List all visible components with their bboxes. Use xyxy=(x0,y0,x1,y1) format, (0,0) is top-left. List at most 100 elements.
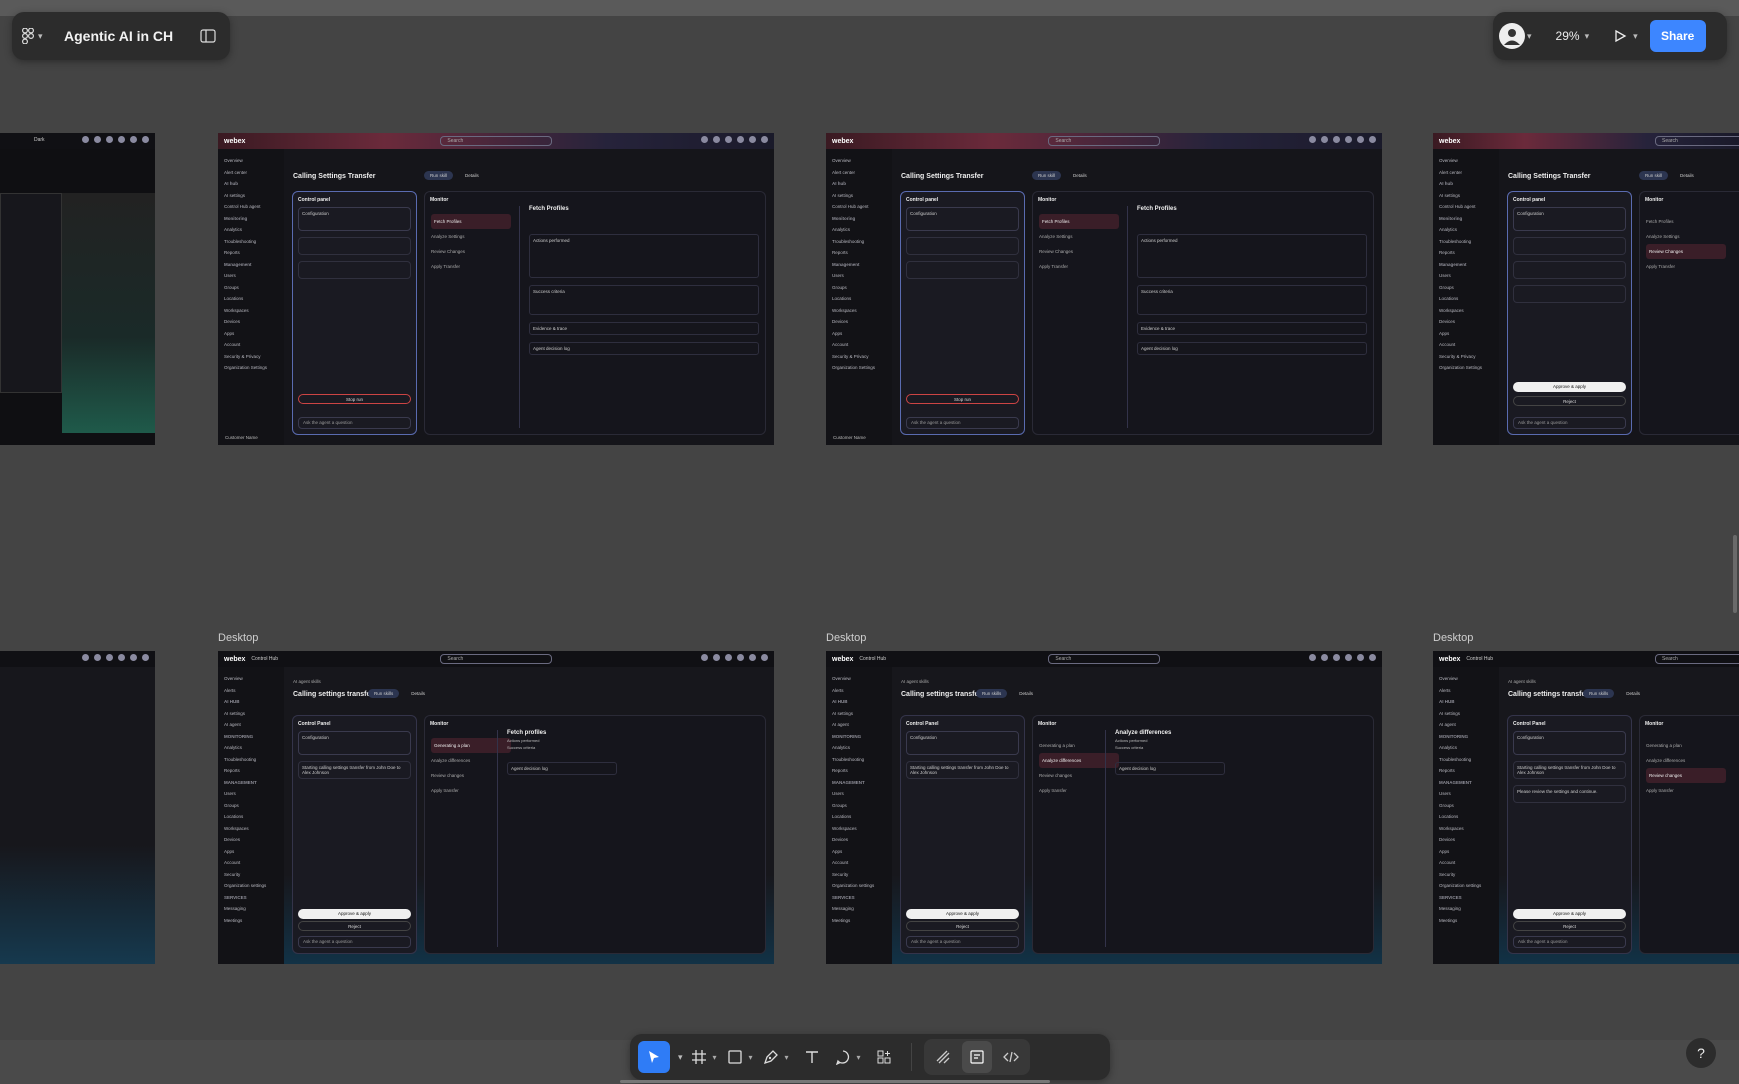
approve-button[interactable]: Approve & apply xyxy=(298,909,411,919)
sidebar-item[interactable]: Management xyxy=(224,259,278,271)
reject-button[interactable]: Reject xyxy=(298,921,411,931)
frame-label[interactable]: Desktop xyxy=(218,632,258,644)
sidebar-item[interactable]: Workspaces xyxy=(832,823,886,835)
sidebar-item[interactable]: Troubleshooting xyxy=(1439,754,1493,766)
sidebar-item[interactable]: AI settings xyxy=(832,708,886,720)
sidebar-item[interactable]: Account xyxy=(832,857,886,869)
sidebar-item[interactable]: Control Hub agent xyxy=(224,201,278,213)
sidebar-item[interactable]: Monitoring xyxy=(1439,213,1493,225)
sidebar-item[interactable]: Workspaces xyxy=(1439,305,1493,317)
frame-bottom-partial-left[interactable] xyxy=(0,651,155,964)
sidebar-item[interactable]: Analytics xyxy=(832,224,886,236)
sidebar-item[interactable]: Apps xyxy=(224,846,278,858)
sidebar-item[interactable]: Reports xyxy=(1439,247,1493,259)
sidebar-item[interactable]: MANAGEMENT xyxy=(1439,777,1493,789)
ask-input[interactable]: Ask the agent a question xyxy=(298,417,411,429)
sidebar-item[interactable]: Account xyxy=(832,339,886,351)
share-button[interactable]: Share xyxy=(1649,20,1706,52)
frame-top-2[interactable]: webex Search Overview Alert center AI hub A… xyxy=(826,133,1382,445)
ask-input[interactable]: Ask the agent a question xyxy=(298,936,411,948)
actions-button[interactable] xyxy=(869,1041,899,1073)
sidebar-item[interactable]: Overview xyxy=(1439,673,1493,685)
sidebar-item[interactable]: Messaging xyxy=(1439,903,1493,915)
sidebar-item[interactable]: AI HUB xyxy=(1439,696,1493,708)
frame-tool-button[interactable]: ▾ xyxy=(689,1041,719,1073)
sidebar-item[interactable]: Troubleshooting xyxy=(224,754,278,766)
sidebar-item[interactable]: Troubleshooting xyxy=(224,236,278,248)
sidebar-item[interactable]: AI settings xyxy=(224,190,278,202)
sidebar-item[interactable]: Security xyxy=(224,869,278,881)
sidebar-item[interactable]: Meetings xyxy=(224,915,278,927)
sidebar-item[interactable]: Locations xyxy=(1439,811,1493,823)
approve-button[interactable]: Approve & apply xyxy=(1513,382,1626,392)
zoom-menu[interactable]: 29% ▾ xyxy=(1556,29,1590,43)
sidebar-item[interactable]: Reports xyxy=(224,765,278,777)
tab-run-skill[interactable]: Run skill xyxy=(424,171,454,180)
reject-button[interactable]: Reject xyxy=(1513,396,1626,406)
sidebar-item[interactable]: Account xyxy=(1439,339,1493,351)
shape-tool-button[interactable]: ▾ xyxy=(725,1041,755,1073)
sidebar-item[interactable]: Troubleshooting xyxy=(832,754,886,766)
sidebar-item[interactable]: Apps xyxy=(832,328,886,340)
sidebar-item[interactable]: Monitoring xyxy=(224,213,278,225)
chevron-down-icon[interactable]: ▾ xyxy=(678,1052,683,1063)
sidebar-item[interactable]: Workspaces xyxy=(1439,823,1493,835)
present-button[interactable]: ▾ xyxy=(1613,29,1638,43)
sidebar-item[interactable]: Analytics xyxy=(1439,742,1493,754)
sidebar-item[interactable]: Groups xyxy=(1439,800,1493,812)
frame-top-partial-left[interactable]: Dark xyxy=(0,133,155,445)
sidebar-item[interactable]: MONITORING xyxy=(224,731,278,743)
stop-run-button[interactable]: Stop run xyxy=(298,394,411,404)
sidebar-item[interactable]: Monitoring xyxy=(832,213,886,225)
chevron-down-icon[interactable]: ▾ xyxy=(1633,31,1638,42)
sidebar-item[interactable]: Locations xyxy=(224,293,278,305)
sidebar-item[interactable]: Organization settings xyxy=(1439,880,1493,892)
sidebar-item[interactable]: Account xyxy=(1439,857,1493,869)
sidebar-item[interactable]: AI hub xyxy=(1439,178,1493,190)
user-menu[interactable]: ▾ xyxy=(1499,23,1532,49)
sidebar-item[interactable]: Workspaces xyxy=(832,305,886,317)
frame-top-1[interactable]: webex Search Overview Alert center AI hub A… xyxy=(218,133,774,445)
sidebar-item[interactable]: Devices xyxy=(1439,316,1493,328)
sidebar-item[interactable]: MANAGEMENT xyxy=(832,777,886,789)
sidebar-item[interactable]: Control Hub agent xyxy=(1439,201,1493,213)
sidebar-item[interactable]: Organization Settings xyxy=(224,362,278,374)
sidebar-item[interactable]: SERVICES xyxy=(224,892,278,904)
sidebar-item[interactable]: Analytics xyxy=(224,742,278,754)
sidebar-item[interactable]: Users xyxy=(832,270,886,282)
tab-details[interactable]: Details xyxy=(459,171,485,180)
sidebar-item[interactable]: MANAGEMENT xyxy=(224,777,278,789)
mini-search[interactable]: Search xyxy=(1048,136,1161,146)
draw-mode-button[interactable] xyxy=(928,1041,958,1073)
vertical-scrollbar[interactable] xyxy=(1733,535,1737,613)
sidebar-item[interactable]: Users xyxy=(1439,788,1493,800)
sidebar-item[interactable]: Alert center xyxy=(224,167,278,179)
sidebar-item[interactable]: Groups xyxy=(832,282,886,294)
text-tool-button[interactable] xyxy=(797,1041,827,1073)
sidebar-item[interactable]: Meetings xyxy=(1439,915,1493,927)
sidebar-item[interactable]: Overview xyxy=(832,673,886,685)
sidebar-item[interactable]: Analytics xyxy=(832,742,886,754)
sidebar-item[interactable]: Reports xyxy=(832,247,886,259)
sidebar-item[interactable]: Locations xyxy=(1439,293,1493,305)
sidebar-item[interactable]: Security xyxy=(1439,869,1493,881)
design-mode-button[interactable] xyxy=(961,1041,992,1073)
sidebar-item[interactable]: AI settings xyxy=(1439,708,1493,720)
sidebar-item[interactable]: Overview xyxy=(832,155,886,167)
sidebar-item[interactable]: Devices xyxy=(832,834,886,846)
sidebar-item[interactable]: Analytics xyxy=(1439,224,1493,236)
ask-input[interactable]: Ask the agent a question xyxy=(906,417,1019,429)
frame-top-3-partial[interactable]: webex Search Overview Alert center AI hub A… xyxy=(1433,133,1739,445)
sidebar-item[interactable]: Management xyxy=(1439,259,1493,271)
sidebar-item[interactable]: Apps xyxy=(832,846,886,858)
file-title[interactable]: Agentic AI in CH xyxy=(64,28,196,44)
toggle-sidebar-icon[interactable] xyxy=(196,24,220,48)
sidebar-item[interactable]: Locations xyxy=(832,293,886,305)
move-tool-button[interactable] xyxy=(638,1041,670,1073)
sidebar-item[interactable]: Security & Privacy xyxy=(832,351,886,363)
sidebar-item[interactable]: Control Hub agent xyxy=(832,201,886,213)
sidebar-item[interactable]: Meetings xyxy=(832,915,886,927)
sidebar-item[interactable]: Alerts xyxy=(1439,685,1493,697)
sidebar-item[interactable]: SERVICES xyxy=(1439,892,1493,904)
frame-label[interactable]: Desktop xyxy=(1433,632,1473,644)
